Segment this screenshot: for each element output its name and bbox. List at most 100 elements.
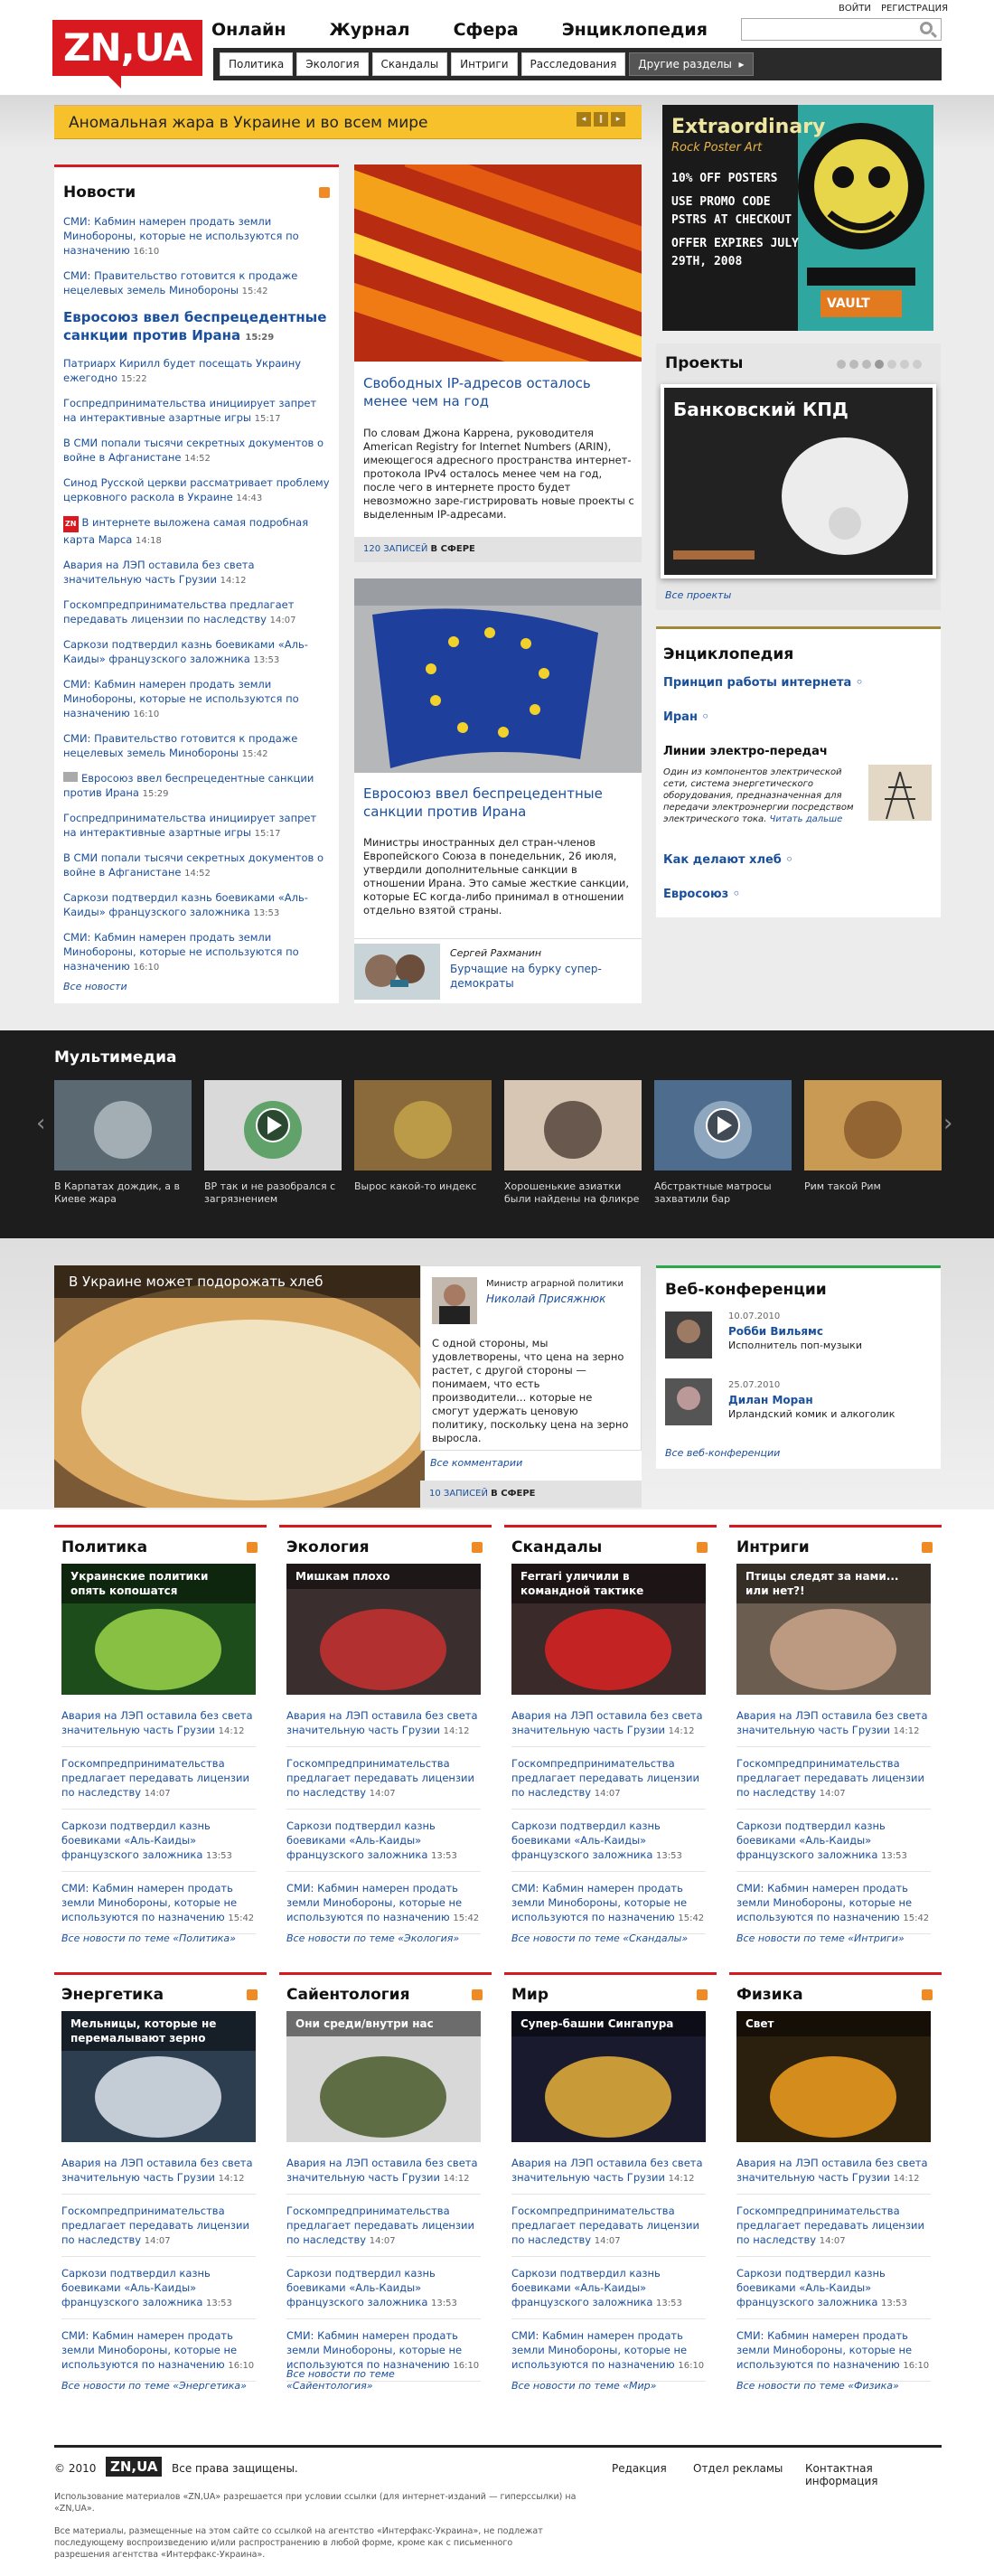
rss-icon[interactable] [247, 1989, 258, 2000]
news-item[interactable]: ZN В интернете выложена самая подробная к… [63, 515, 331, 549]
rss-icon[interactable] [922, 1542, 933, 1553]
news-item[interactable]: Евросоюз ввел беспрецедентные санкции пр… [63, 308, 331, 347]
card-title[interactable]: Физика [736, 1986, 803, 2004]
news-item[interactable]: Саркози подтвердил казнь боевиками «Аль-… [63, 637, 331, 668]
card-all-link[interactable]: Все новости по теме «Политика» [61, 1932, 256, 1944]
news-item[interactable]: Госпредпринимательства инициирует запрет… [63, 396, 331, 427]
card-title[interactable]: Интриги [736, 1538, 810, 1556]
card-all-link[interactable]: Все новости по теме «Сайентология» [286, 2368, 481, 2392]
site-logo[interactable]: ZN,UA [52, 20, 202, 76]
card-news-item[interactable]: Саркози подтвердил казнь боевиками «Аль-… [736, 2266, 931, 2319]
footer-link-contacts[interactable]: Контактная информация [805, 2462, 942, 2487]
card-news-item[interactable]: Госкомпредпринимательства предлагает пер… [286, 1756, 481, 1810]
card-news-item[interactable]: СМИ: Кабмин намерен продать земли Минобо… [511, 1881, 706, 1934]
story-ip-comments[interactable]: 120 ЗАПИСЕЙ В СФЕРЕ [354, 537, 642, 562]
multimedia-item[interactable]: Рим такой Рим [804, 1080, 942, 1193]
footer-link-ads[interactable]: Отдел рекламы [693, 2462, 783, 2475]
card-all-link[interactable]: Все новости по теме «Интриги» [736, 1932, 931, 1944]
card-news-item[interactable]: Саркози подтвердил казнь боевиками «Аль-… [511, 2266, 706, 2319]
enc-read-more[interactable]: Читать дальше [770, 814, 843, 824]
multimedia-item[interactable]: BP так и не разобрался с загрязнением [204, 1080, 342, 1206]
enc-item-eu[interactable]: Евросоюз ◦ [663, 888, 740, 901]
multimedia-next-icon[interactable]: › [943, 1110, 952, 1137]
ad-banner[interactable]: Extraordinary Rock Poster Art 10% OFF PO… [662, 105, 933, 331]
rss-icon[interactable] [472, 1989, 483, 2000]
news-item[interactable]: Саркози подтвердил казнь боевиками «Аль-… [63, 890, 331, 921]
card-title[interactable]: Политика [61, 1538, 147, 1556]
card-news-item[interactable]: СМИ: Кабмин намерен продать земли Минобо… [736, 1881, 931, 1934]
rss-icon[interactable] [697, 1989, 708, 2000]
rss-icon[interactable] [319, 187, 330, 198]
card-news-item[interactable]: Саркози подтвердил казнь боевиками «Аль-… [736, 1819, 931, 1872]
card-title[interactable]: Скандалы [511, 1538, 602, 1556]
news-item[interactable]: Евросоюз ввел беспрецедентные санкции пр… [63, 771, 331, 802]
multimedia-item[interactable]: В Карпатах дождик, а в Киеве жара [54, 1080, 192, 1206]
nav-sphere[interactable]: Сфера [454, 20, 519, 40]
card-news-item[interactable]: Саркози подтвердил казнь боевиками «Аль-… [286, 1819, 481, 1872]
news-item[interactable]: Патриарх Кирилл будет посещать Украину е… [63, 356, 331, 387]
nav-journal[interactable]: Журнал [329, 20, 409, 40]
register-link[interactable]: РЕГИСТРАЦИЯ [881, 4, 948, 14]
search-icon[interactable] [920, 22, 933, 34]
card-news-item[interactable]: СМИ: Кабмин намерен продать земли Минобо… [736, 2328, 931, 2382]
subnav-politics[interactable]: Политика [220, 52, 294, 76]
card-title[interactable]: Мир [511, 1986, 549, 2004]
story-ip-image[interactable] [330, 144, 668, 413]
login-link[interactable]: ВОЙТИ [839, 4, 871, 14]
card-news-item[interactable]: Авария на ЛЭП оставила без света значите… [511, 2156, 706, 2195]
card-news-item[interactable]: Саркози подтвердил казнь боевиками «Аль-… [511, 1819, 706, 1872]
news-item[interactable]: СМИ: Кабмин намерен продать земли Минобо… [63, 677, 331, 722]
card-news-item[interactable]: Госкомпредпринимательства предлагает пер… [61, 2204, 256, 2257]
rss-icon[interactable] [247, 1542, 258, 1553]
all-projects-link[interactable]: Все проекты [665, 589, 731, 601]
all-news-link[interactable]: Все новости [63, 981, 127, 992]
webconf-name-1[interactable]: Робби Вильямс [728, 1325, 823, 1338]
card-news-item[interactable]: Авария на ЛЭП оставила без света значите… [61, 2156, 256, 2195]
all-comments-link[interactable]: Все комментарии [430, 1457, 522, 1469]
subnav-more[interactable]: Другие разделы ▸ [629, 52, 754, 76]
projects-banner[interactable]: Банковский КПД [661, 384, 936, 578]
minister-name[interactable]: Николай Присяжнюк [486, 1293, 605, 1305]
card-title[interactable]: Экология [286, 1538, 370, 1556]
card-news-item[interactable]: СМИ: Кабмин намерен продать земли Минобо… [61, 1881, 256, 1934]
author-photo[interactable] [354, 944, 440, 1000]
card-news-item[interactable]: Авария на ЛЭП оставила без света значите… [286, 2156, 481, 2195]
card-news-item[interactable]: Госкомпредпринимательства предлагает пер… [286, 2204, 481, 2257]
card-news-item[interactable]: Госкомпредпринимательства предлагает пер… [736, 1756, 931, 1810]
card-news-item[interactable]: Авария на ЛЭП оставила без света значите… [736, 1708, 931, 1747]
card-news-item[interactable]: СМИ: Кабмин намерен продать земли Минобо… [511, 2328, 706, 2382]
card-news-item[interactable]: Госкомпредпринимательства предлагает пер… [511, 2204, 706, 2257]
all-webconf-link[interactable]: Все веб-конференции [665, 1447, 780, 1459]
multimedia-item[interactable]: Вырос какой-то индекс [354, 1080, 492, 1193]
card-news-item[interactable]: Саркози подтвердил казнь боевиками «Аль-… [61, 2266, 256, 2319]
card-news-item[interactable]: Госкомпредпринимательства предлагает пер… [736, 2204, 931, 2257]
news-item[interactable]: В СМИ попали тысячи секретных документов… [63, 851, 331, 881]
multimedia-item[interactable]: Абстрактные матросы захватили бар [654, 1080, 792, 1206]
card-all-link[interactable]: Все новости по теме «Физика» [736, 2380, 931, 2392]
projects-pager[interactable] [837, 360, 922, 369]
breaking-ticker[interactable]: Аномальная жара в Украине и во всем мире [54, 105, 642, 139]
card-news-item[interactable]: Саркози подтвердил казнь боевиками «Аль-… [286, 2266, 481, 2319]
card-news-item[interactable]: Госкомпредпринимательства предлагает пер… [61, 1756, 256, 1810]
rss-icon[interactable] [922, 1989, 933, 2000]
news-item[interactable]: Госпредпринимательства инициирует запрет… [63, 811, 331, 841]
rss-icon[interactable] [697, 1542, 708, 1553]
multimedia-item[interactable]: Хорошенькие азиатки были найдены на флик… [504, 1080, 642, 1206]
nav-encyclopedia[interactable]: Энциклопедия [562, 20, 708, 40]
subnav-investigations[interactable]: Расследования [520, 52, 626, 76]
news-item[interactable]: В СМИ попали тысячи секретных документов… [63, 436, 331, 466]
subnav-intrigues[interactable]: Интриги [451, 52, 518, 76]
card-all-link[interactable]: Все новости по теме «Мир» [511, 2380, 706, 2392]
news-item[interactable]: Авария на ЛЭП оставила без света значите… [63, 558, 331, 588]
bread-count-bar[interactable]: 10 ЗАПИСЕЙ В СФЕРЕ [420, 1481, 642, 1508]
nav-online[interactable]: Онлайн [211, 20, 286, 40]
card-news-item[interactable]: Саркози подтвердил казнь боевиками «Аль-… [61, 1819, 256, 1872]
story-eu-image[interactable] [354, 578, 642, 773]
card-news-item[interactable]: СМИ: Кабмин намерен продать земли Минобо… [61, 2328, 256, 2382]
card-news-item[interactable]: Авария на ЛЭП оставила без света значите… [61, 1708, 256, 1747]
story-eu-title[interactable]: Евросоюз ввел беспрецедентные санкции пр… [363, 785, 631, 821]
ticker-pause-button[interactable]: ‖ [594, 112, 608, 127]
multimedia-prev-icon[interactable]: ‹ [36, 1110, 45, 1137]
ticker-prev-button[interactable]: ◂ [577, 112, 591, 127]
ticker-next-button[interactable]: ▸ [611, 112, 625, 127]
